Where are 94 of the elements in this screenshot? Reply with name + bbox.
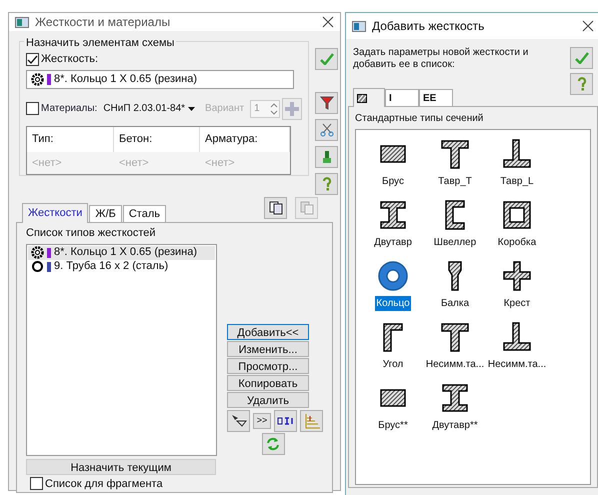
section-label: Двутавр	[373, 236, 413, 250]
tab[interactable]: Жесткости	[22, 203, 88, 223]
list-title: Список типов жесткостей	[26, 226, 157, 241]
close-icon[interactable]	[322, 16, 334, 28]
checkbox-label: Материалы:	[41, 102, 98, 116]
copy-button[interactable]	[264, 197, 287, 219]
tab[interactable]	[353, 88, 385, 107]
filter-icon	[320, 96, 334, 110]
help-button[interactable]	[570, 73, 593, 95]
close-icon[interactable]	[582, 20, 594, 32]
filter-button[interactable]	[315, 92, 338, 114]
ring-icon	[31, 246, 44, 259]
paste-icon	[300, 201, 314, 215]
action-button[interactable]: Просмотр...	[227, 358, 309, 374]
checkbox-label: Жесткость:	[41, 52, 98, 67]
tab[interactable]: EE	[419, 89, 453, 106]
ring-icon	[31, 72, 44, 86]
section-label: Балка	[440, 297, 470, 311]
move-button[interactable]: >>	[253, 412, 271, 428]
section-item[interactable]: Кольцо	[362, 258, 424, 319]
section-label: Несимм.та...	[424, 358, 486, 372]
list-item[interactable]: 8*. Кольцо 1 X 0.65 (резина)	[28, 246, 215, 260]
group-title: Стандартные типы сечений	[355, 112, 484, 126]
circle-icon	[31, 260, 44, 273]
section-item[interactable]: Несимм.та...	[486, 319, 548, 380]
align-icon	[276, 416, 294, 426]
action-button[interactable]: Изменить...	[227, 340, 309, 356]
action-button[interactable]: Удалить	[227, 392, 309, 408]
section-label: Двутавр**	[431, 419, 479, 433]
scissors-button[interactable]	[315, 119, 338, 141]
section-item[interactable]: Угол	[362, 319, 424, 380]
section-label: Кольцо	[375, 296, 411, 311]
window-title: Жесткости и материалы	[35, 14, 170, 31]
dropdown-arrow-icon	[188, 106, 196, 111]
section-item[interactable]: Крест	[486, 258, 548, 319]
section-item[interactable]: Двутавр	[362, 197, 424, 258]
section-item[interactable]: Швеллер	[424, 197, 486, 258]
section-label: Швеллер	[432, 236, 478, 250]
list-item[interactable]: 9. Труба 16 x 2 (сталь)	[28, 260, 215, 274]
section-item[interactable]: Двутавр**	[424, 380, 486, 441]
cursor-filter-icon	[230, 414, 246, 428]
stiffness-field[interactable]: 8*. Кольцо 1 X 0.65 (резина)	[26, 70, 294, 88]
section-item[interactable]: Тавр_Т	[424, 136, 486, 197]
section-label: Брус	[381, 175, 405, 189]
section-label: Угол	[382, 358, 404, 372]
hatch-icon	[357, 94, 367, 102]
refresh-icon	[265, 436, 281, 452]
checkmark-icon	[574, 52, 588, 64]
section-item[interactable]: Тавр_L	[486, 136, 548, 197]
help-button[interactable]	[315, 173, 338, 195]
section-label: Крест	[502, 297, 532, 311]
column-header: Арматура:	[200, 127, 290, 152]
section-label: Несимм.та...	[486, 358, 548, 372]
section-item[interactable]: Балка	[424, 258, 486, 319]
tab[interactable]: I	[385, 89, 419, 106]
brush-button[interactable]	[315, 146, 338, 168]
table-cell-text: <нет>	[31, 156, 63, 170]
chart-icon	[304, 412, 320, 428]
section-item[interactable]: Несимм.та...	[424, 319, 486, 380]
tab[interactable]: Сталь	[122, 205, 166, 222]
item-label: 8*. Кольцо 1 X 0.65 (резина)	[54, 245, 198, 260]
scissors-icon	[320, 123, 334, 137]
plus-icon	[284, 100, 300, 117]
variant-label: Вариант	[205, 102, 244, 116]
window-icon	[352, 20, 366, 32]
checkbox-label: Список для фрагмента	[45, 476, 163, 492]
select-tool-button[interactable]	[227, 410, 250, 432]
table-cell-text: <нет>	[118, 156, 150, 170]
column-header: Бетон:	[114, 127, 200, 152]
section-label: Брус**	[377, 419, 409, 433]
section-label: Коробка	[496, 236, 538, 250]
tab[interactable]: Ж/Б	[89, 205, 122, 222]
checkmark-icon	[320, 53, 334, 65]
item-label: 9. Труба 16 x 2 (сталь)	[54, 259, 168, 274]
section-item[interactable]: Брус	[362, 136, 424, 197]
window-title: Добавить жесткость	[372, 18, 484, 35]
action-button[interactable]: Копировать	[227, 374, 309, 390]
section-label: Тавр_Т	[437, 175, 473, 189]
copy-icon	[268, 201, 282, 215]
section-item[interactable]: Брус**	[362, 380, 424, 441]
stiffness-checkbox[interactable]	[26, 52, 39, 66]
section-item[interactable]: Коробка	[486, 197, 548, 258]
prompt-text: Задать параметры новой жесткости и добавить ее в список:	[353, 47, 530, 72]
stiffness-value: 8*. Кольцо 1 X 0.65 (резина)	[54, 72, 198, 87]
column-header: Тип:	[27, 127, 114, 152]
align-button[interactable]	[274, 410, 297, 432]
assign-button[interactable]: Назначить текущим	[26, 458, 216, 474]
table-cell-text: <нет>	[204, 156, 236, 170]
fragment-checkbox[interactable]	[30, 477, 43, 490]
section-label: Тавр_L	[499, 175, 535, 189]
action-button[interactable]: Добавить<<	[227, 324, 309, 340]
question-icon	[576, 77, 586, 91]
window-icon	[15, 16, 29, 28]
question-icon	[322, 177, 332, 191]
